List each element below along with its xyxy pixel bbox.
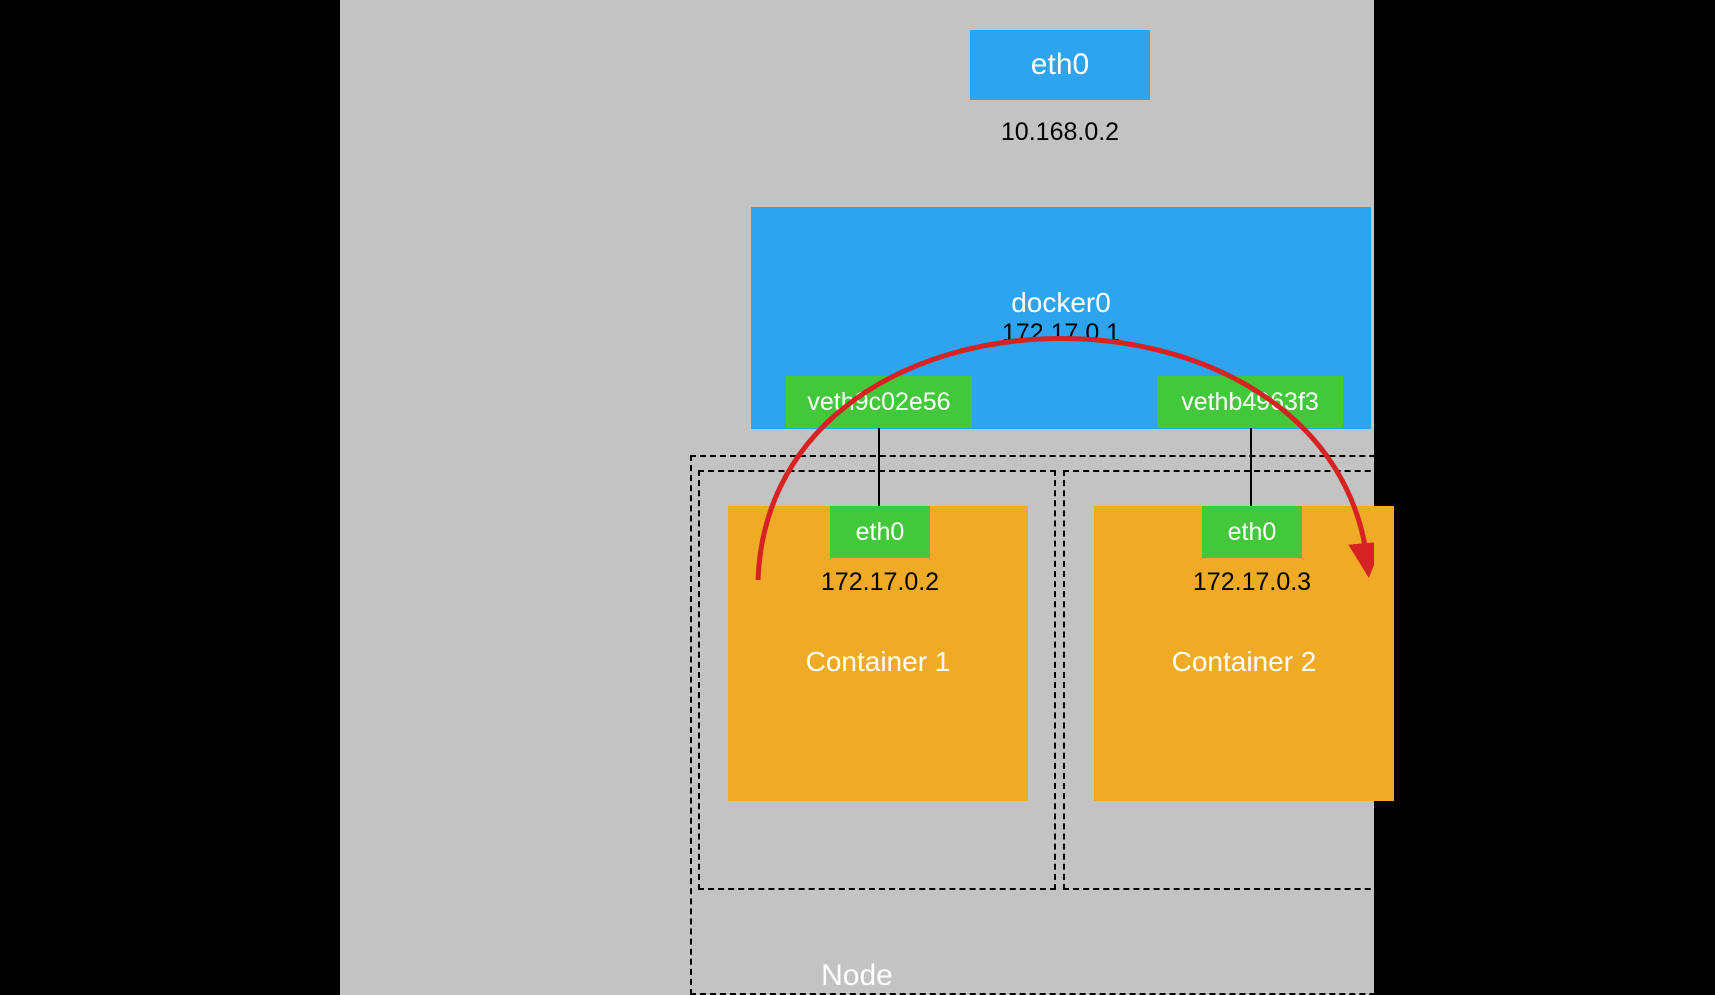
- docker0-ip: 172.17.0.1: [1002, 319, 1120, 348]
- container-1-eth0-label: eth0: [856, 518, 905, 547]
- container-2-ip: 172.17.0.3: [1152, 568, 1352, 597]
- container-2-eth0: eth0: [1202, 506, 1302, 558]
- node-diagram: eth0 10.168.0.2 docker0 172.17.0.1 veth9…: [340, 0, 1374, 995]
- veth-right-label: vethb4963f3: [1181, 388, 1319, 417]
- container-2-label: Container 2: [1094, 646, 1394, 678]
- host-eth0-box: eth0: [970, 30, 1150, 100]
- container-1-ip: 172.17.0.2: [780, 568, 980, 597]
- container-1-label: Container 1: [728, 646, 1028, 678]
- veth-left: veth9c02e56: [786, 376, 972, 428]
- veth-left-label: veth9c02e56: [807, 388, 950, 417]
- docker0-label: docker0: [1011, 287, 1111, 319]
- veth-right: vethb4963f3: [1157, 376, 1343, 428]
- host-eth0-label: eth0: [1031, 48, 1089, 82]
- node-label: Node: [340, 959, 1374, 993]
- host-eth0-ip: 10.168.0.2: [970, 118, 1150, 147]
- container-1-eth0: eth0: [830, 506, 930, 558]
- container-2-eth0-label: eth0: [1228, 518, 1277, 547]
